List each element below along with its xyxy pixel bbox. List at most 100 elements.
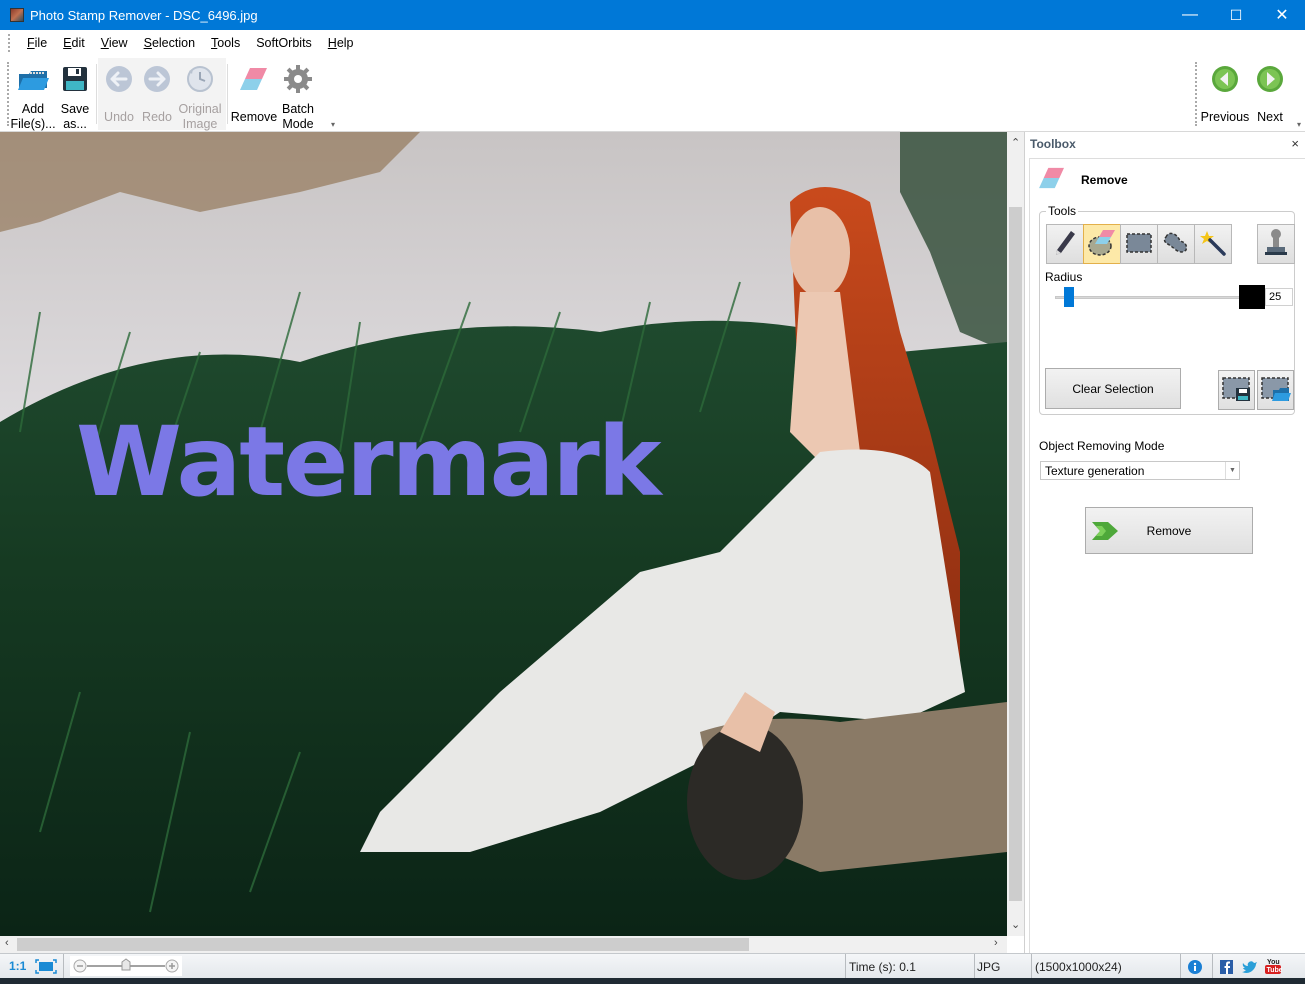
minimize-button[interactable]: —: [1167, 0, 1213, 30]
remove-toolbar-label: Remove: [230, 110, 278, 124]
radius-slider-end: [1239, 285, 1265, 309]
next-button[interactable]: Next: [1252, 58, 1288, 125]
window-bottom-edge: [0, 978, 1305, 984]
menu-help[interactable]: Help: [320, 36, 362, 50]
magic-wand-tool-button[interactable]: [1194, 224, 1232, 264]
toolbox-close-icon[interactable]: ×: [1291, 136, 1299, 151]
open-folder-icon: [16, 62, 50, 96]
save-as-button[interactable]: Save as...: [56, 58, 94, 132]
vertical-scrollbar[interactable]: ⌃ ⌄: [1007, 132, 1024, 936]
undo-label: Undo: [104, 110, 134, 124]
gear-icon: [281, 62, 315, 96]
original-image-button[interactable]: Original Image: [176, 58, 224, 132]
info-icon[interactable]: [1188, 960, 1202, 977]
window-title: Photo Stamp Remover - DSC_6496.jpg: [30, 7, 258, 23]
maximize-button[interactable]: ☐: [1213, 0, 1259, 30]
add-files-label-2: File(s)...: [10, 117, 56, 131]
scroll-right-icon[interactable]: ›: [994, 937, 998, 949]
pencil-icon: [1053, 229, 1077, 260]
horizontal-scroll-thumb[interactable]: [17, 938, 749, 951]
radius-slider-thumb[interactable]: [1064, 287, 1075, 307]
radius-value-input[interactable]: 25: [1265, 288, 1293, 306]
remove-button-label: Remove: [1146, 523, 1192, 538]
svg-text:Tube: Tube: [1267, 967, 1283, 974]
original-image-label-1: Original: [178, 102, 222, 116]
nav-grip: [1195, 62, 1198, 126]
magic-wand-icon: [1199, 229, 1227, 260]
zoom-1to1-button[interactable]: 1:1: [9, 959, 26, 973]
removing-mode-label: Object Removing Mode: [1039, 439, 1165, 453]
add-files-label-1: Add: [21, 102, 45, 116]
format-status: JPG: [977, 960, 1001, 974]
radius-slider-track[interactable]: [1055, 296, 1240, 299]
remove-section-header: Remove: [1039, 166, 1128, 193]
app-icon: [10, 8, 24, 22]
watermark-text: Watermark: [76, 406, 662, 518]
status-separator: [1031, 954, 1032, 979]
lasso-selection-tool-button[interactable]: [1157, 224, 1195, 264]
menu-view[interactable]: View: [93, 36, 136, 50]
original-image-label-2: Image: [182, 117, 218, 131]
youtube-icon[interactable]: You Tube: [1264, 957, 1283, 978]
rectangle-selection-icon: [1125, 232, 1153, 257]
stamp-icon: [1264, 228, 1288, 261]
facebook-icon[interactable]: [1220, 960, 1233, 977]
batch-mode-button[interactable]: Batch Mode: [278, 58, 318, 132]
eraser-icon: [237, 62, 271, 96]
clock-history-icon: [183, 62, 217, 96]
toolbar-separator: [227, 64, 228, 124]
redo-arrow-icon: [140, 62, 174, 96]
previous-button[interactable]: Previous: [1200, 58, 1250, 125]
save-selection-button[interactable]: [1218, 370, 1255, 410]
nav-overflow-icon[interactable]: ▾: [1297, 120, 1301, 129]
eraser-selection-icon: [1087, 228, 1117, 261]
load-selection-button[interactable]: [1257, 370, 1294, 410]
rectangle-selection-tool-button[interactable]: [1120, 224, 1158, 264]
remove-section-title: Remove: [1081, 172, 1128, 187]
scroll-left-icon[interactable]: ‹: [5, 937, 9, 949]
zoom-slider[interactable]: [70, 956, 182, 976]
undo-button[interactable]: Undo: [100, 58, 138, 125]
menu-file[interactable]: File: [19, 36, 55, 50]
toolbar: Add File(s)... Save as... Undo Redo Orig…: [0, 56, 1305, 132]
load-selection-icon: [1260, 376, 1291, 405]
image-canvas[interactable]: Watermark: [0, 132, 1007, 936]
batch-mode-label-1: Batch: [282, 102, 314, 116]
status-separator: [63, 954, 64, 979]
twitter-icon[interactable]: [1242, 960, 1258, 977]
close-button[interactable]: ✕: [1259, 0, 1305, 30]
menu-softorbits[interactable]: SoftOrbits: [248, 36, 320, 50]
remove-button[interactable]: Remove: [1085, 507, 1253, 554]
green-left-arrow-icon: [1208, 62, 1242, 96]
vertical-scroll-thumb[interactable]: [1009, 207, 1022, 901]
batch-mode-label-2: Mode: [282, 117, 314, 131]
menu-selection[interactable]: Selection: [136, 36, 203, 50]
photo: [0, 132, 1007, 936]
status-separator: [845, 954, 846, 979]
redo-button[interactable]: Redo: [138, 58, 176, 125]
previous-label: Previous: [1200, 110, 1250, 124]
menu-tools[interactable]: Tools: [203, 36, 248, 50]
menu-edit[interactable]: Edit: [55, 36, 93, 50]
clear-selection-button[interactable]: Clear Selection: [1045, 368, 1181, 409]
removing-mode-select[interactable]: Texture generation ▼: [1040, 461, 1240, 480]
remove-toolbar-button[interactable]: Remove: [230, 58, 278, 125]
pencil-tool-button[interactable]: [1046, 224, 1084, 264]
toolbar-separator: [96, 64, 97, 124]
save-as-label-2: as...: [63, 117, 87, 131]
horizontal-scrollbar[interactable]: ‹ ›: [0, 936, 1007, 953]
save-as-label-1: Save: [60, 102, 90, 116]
time-status: Time (s): 0.1: [849, 960, 916, 974]
stamp-tool-button[interactable]: [1257, 224, 1295, 264]
eraser-selection-tool-button[interactable]: [1083, 224, 1121, 264]
menu-grip: [8, 34, 11, 52]
redo-label: Redo: [142, 110, 172, 124]
undo-arrow-icon: [102, 62, 136, 96]
green-arrow-icon: [1092, 518, 1122, 547]
fit-to-screen-icon[interactable]: [35, 959, 57, 977]
toolbar-overflow-icon[interactable]: ▾: [331, 120, 335, 129]
scroll-up-icon[interactable]: ⌃: [1011, 136, 1020, 149]
status-separator: [1212, 954, 1213, 979]
scroll-down-icon[interactable]: ⌄: [1011, 918, 1020, 931]
add-files-button[interactable]: Add File(s)...: [10, 58, 56, 132]
